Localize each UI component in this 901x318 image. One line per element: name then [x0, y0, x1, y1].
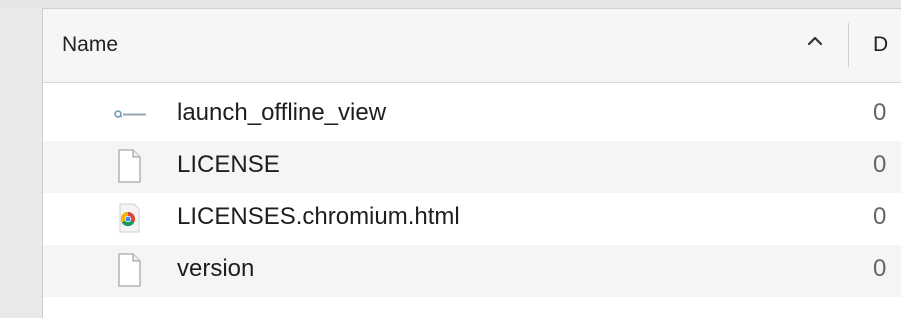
file-date: 0 — [873, 99, 887, 126]
executable-icon — [112, 110, 146, 118]
file-date: 0 — [873, 203, 887, 230]
document-icon — [118, 149, 141, 183]
column-separator[interactable] — [848, 23, 849, 67]
file-row[interactable]: launch_offline_view 0 — [43, 89, 901, 141]
file-name: version — [177, 255, 255, 282]
file-list[interactable]: Name D launch_offline_view 0 LICENSE 0 L… — [43, 9, 901, 318]
finder-window: Name D launch_offline_view 0 LICENSE 0 L… — [0, 0, 901, 318]
file-name: LICENSE — [177, 151, 280, 178]
file-row[interactable]: version 0 — [43, 245, 901, 297]
sort-ascending-icon[interactable] — [805, 31, 825, 51]
document-icon — [118, 253, 141, 287]
sidebar-edge — [0, 8, 43, 318]
file-row[interactable]: LICENSE 0 — [43, 141, 901, 193]
column-header: Name D — [43, 9, 901, 83]
name-column-header[interactable]: Name — [62, 33, 118, 57]
file-name: launch_offline_view — [177, 99, 387, 126]
file-date: 0 — [873, 151, 887, 178]
window-top-edge — [0, 0, 901, 9]
file-row[interactable]: LICENSES.chromium.html 0 — [43, 193, 901, 245]
file-date: 0 — [873, 255, 887, 282]
date-column-header[interactable]: D — [873, 33, 888, 57]
file-name: LICENSES.chromium.html — [177, 203, 460, 230]
chrome-html-icon — [119, 203, 140, 233]
